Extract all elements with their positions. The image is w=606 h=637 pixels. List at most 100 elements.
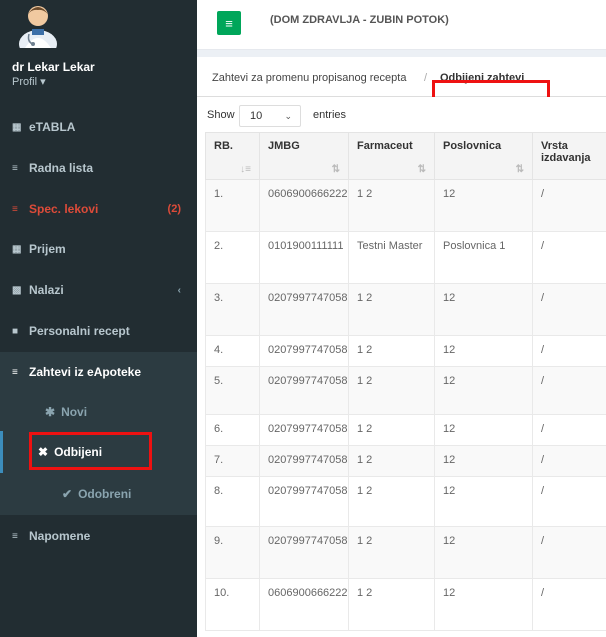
sort-icon: ⇅ xyxy=(515,164,524,175)
table-icon: ▦ xyxy=(12,121,22,133)
sidebar-item-spec-lekovi[interactable]: ≡ Spec. lekovi (2) xyxy=(0,189,197,229)
breadcrumb-separator: / xyxy=(424,72,428,84)
cell-farmaceut: 1 2 xyxy=(348,414,435,446)
sidebar-item-nalazi[interactable]: ▩ Nalazi ‹ xyxy=(0,270,197,310)
cell-vrsta-izdavanja: / xyxy=(532,179,606,232)
cell-jmbg: 0101900111111 xyxy=(259,231,349,284)
cell-rb: 4. xyxy=(205,335,260,367)
cell-vrsta-izdavanja: / xyxy=(532,335,606,367)
sidebar-item-label: Prijem xyxy=(29,242,66,256)
breadcrumb-parent-link[interactable]: Zahtevi za promenu propisanog recepta xyxy=(212,72,406,84)
cell-rb: 9. xyxy=(205,526,260,579)
chevron-down-icon: ⌄ xyxy=(284,111,292,121)
table-row[interactable]: 3. 0207997747058 1 2 12/ xyxy=(205,283,606,336)
cell-vrsta-izdavanja: / xyxy=(532,231,606,284)
cell-farmaceut: Testni Master xyxy=(348,231,435,284)
table-row[interactable]: 5. 0207997747058 1 2 12/ xyxy=(205,366,606,415)
sidebar: dr Lekar Lekar Profil ▾ ▦ eTABLA ≡ Radna… xyxy=(0,0,197,637)
show-label: Show xyxy=(207,109,235,121)
hamburger-icon[interactable]: ≡ xyxy=(217,11,241,35)
cell-rb: 8. xyxy=(205,476,260,527)
top-header: ≡ (DOM ZDRAVLJA - ZUBIN POTOK) xyxy=(197,0,606,50)
cell-jmbg: 0207997747058 xyxy=(259,283,349,336)
cell-rb: 2. xyxy=(205,231,260,284)
sidebar-item-etabla[interactable]: ▦ eTABLA xyxy=(0,107,197,147)
clinic-title: (DOM ZDRAVLJA - ZUBIN POTOK) xyxy=(270,14,449,26)
list-icon: ≡ xyxy=(12,366,18,378)
cell-vrsta-izdavanja: / xyxy=(532,445,606,477)
cell-rb: 3. xyxy=(205,283,260,336)
table-row[interactable]: 10. 0606900666222 1 2 12/ xyxy=(205,578,606,631)
cell-farmaceut: 1 2 xyxy=(348,335,435,367)
cell-farmaceut: 1 2 xyxy=(348,476,435,527)
column-header-farmaceut[interactable]: Farmaceut ⇅ xyxy=(348,132,435,180)
sidebar-item-label: Zahtevi iz eApoteke xyxy=(29,365,142,379)
cell-poslovnica: 12 xyxy=(434,476,533,527)
submenu-item-novi[interactable]: ✱ Novi xyxy=(0,392,197,432)
column-header-rb[interactable]: RB. ↓≡ xyxy=(205,132,260,180)
user-panel: dr Lekar Lekar Profil ▾ xyxy=(0,0,197,105)
sidebar-item-label: Spec. lekovi xyxy=(29,202,99,216)
cell-jmbg: 0207997747058 xyxy=(259,526,349,579)
submenu-item-label: Novi xyxy=(61,405,88,419)
app-window: dr Lekar Lekar Profil ▾ ▦ eTABLA ≡ Radna… xyxy=(0,0,606,637)
sidebar-item-zahtevi-eapoteke[interactable]: ≡ Zahtevi iz eApoteke xyxy=(0,352,197,392)
cell-rb: 1. xyxy=(205,179,260,232)
user-name: dr Lekar Lekar xyxy=(12,60,95,74)
cell-jmbg: 0207997747058 xyxy=(259,476,349,527)
doctor-avatar-icon xyxy=(19,6,57,48)
table-body: 1. 0606900666222 1 2 12/2. 0101900111111 Test… xyxy=(205,179,606,631)
table-row[interactable]: 1. 0606900666222 1 2 12/ xyxy=(205,179,606,232)
cell-jmbg: 0207997747058 xyxy=(259,445,349,477)
cell-poslovnica: 12 xyxy=(434,283,533,336)
sort-asc-icon: ↓≡ xyxy=(240,164,251,175)
entries-label: entries xyxy=(313,109,347,121)
table-row[interactable]: 6. 0207997747058 1 2 12/ xyxy=(205,414,606,446)
cell-farmaceut: 1 2 xyxy=(348,366,435,415)
submenu-item-odobreni[interactable]: ✔ Odobreni xyxy=(0,474,197,514)
submenu-item-label: Odobreni xyxy=(78,487,132,501)
sidebar-item-label: Nalazi xyxy=(29,283,64,297)
cell-jmbg: 0207997747058 xyxy=(259,335,349,367)
table-icon: ▦ xyxy=(12,243,22,255)
asterisk-icon: ✱ xyxy=(45,405,56,419)
cell-poslovnica: 12 xyxy=(434,366,533,415)
cell-vrsta-izdavanja: / xyxy=(532,476,606,527)
cell-vrsta-izdavanja: / xyxy=(532,414,606,446)
column-header-poslovnica[interactable]: Poslovnica ⇅ xyxy=(434,132,533,180)
cell-farmaceut: 1 2 xyxy=(348,283,435,336)
table-row[interactable]: 7. 0207997747058 1 2 12/ xyxy=(205,445,606,477)
cell-jmbg: 0606900666222 xyxy=(259,578,349,631)
cell-rb: 7. xyxy=(205,445,260,477)
table-row[interactable]: 8. 0207997747058 1 2 12/ xyxy=(205,476,606,527)
column-header-vrsta-izdavanja[interactable]: Vrsta izdavanja xyxy=(532,132,606,180)
cell-jmbg: 0606900666222 xyxy=(259,179,349,232)
cell-rb: 10. xyxy=(205,578,260,631)
column-header-jmbg[interactable]: JMBG ⇅ xyxy=(259,132,349,180)
entries-select[interactable]: 10 ⌄ xyxy=(239,105,301,127)
cell-jmbg: 0207997747058 xyxy=(259,366,349,415)
table-row[interactable]: 4. 0207997747058 1 2 12/ xyxy=(205,335,606,367)
sidebar-item-prijem[interactable]: ▦ Prijem xyxy=(0,229,197,269)
main-content: Show 10 ⌄ entries RB. ↓≡ JMBG ⇅ Farmaceut ⇅… xyxy=(197,97,606,637)
list-icon: ≡ xyxy=(12,162,18,174)
check-icon: ✔ xyxy=(62,487,73,501)
cell-poslovnica: 12 xyxy=(434,445,533,477)
cell-farmaceut: 1 2 xyxy=(348,578,435,631)
cell-rb: 6. xyxy=(205,414,260,446)
sidebar-item-radna-lista[interactable]: ≡ Radna lista xyxy=(0,148,197,188)
sidebar-item-label: Napomene xyxy=(29,529,91,543)
cell-poslovnica: 12 xyxy=(434,414,533,446)
cell-poslovnica: 12 xyxy=(434,179,533,232)
sort-icon: ⇅ xyxy=(417,164,426,175)
table-header-row: RB. ↓≡ JMBG ⇅ Farmaceut ⇅ Poslovnica ⇅ Vrsta… xyxy=(205,132,606,180)
file-icon: ■ xyxy=(12,325,19,337)
sidebar-item-personalni-recept[interactable]: ■ Personalni recept xyxy=(0,311,197,351)
sidebar-item-napomene[interactable]: ≡ Napomene xyxy=(0,516,197,556)
rejected-requests-table: RB. ↓≡ JMBG ⇅ Farmaceut ⇅ Poslovnica ⇅ Vrsta… xyxy=(205,132,606,631)
sidebar-item-label: Personalni recept xyxy=(29,324,130,338)
table-row[interactable]: 2. 0101900111111 Testni Master Poslovnica 1… xyxy=(205,231,606,284)
profile-dropdown[interactable]: Profil ▾ xyxy=(12,75,46,88)
list-icon: ≡ xyxy=(12,203,18,215)
table-row[interactable]: 9. 0207997747058 1 2 12/ xyxy=(205,526,606,579)
